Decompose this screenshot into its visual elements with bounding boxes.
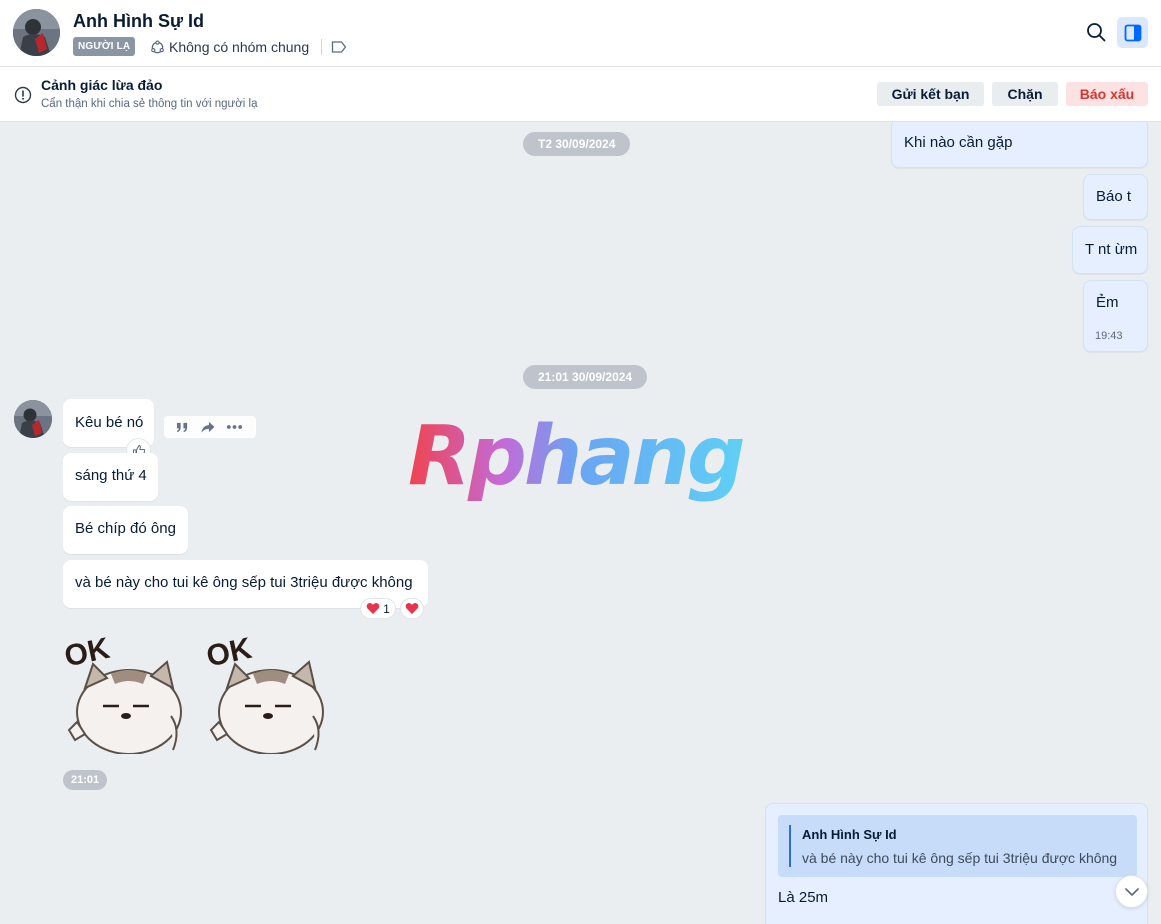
quoted-sender: Anh Hình Sự Id — [802, 827, 897, 842]
svg-text:OK: OK — [205, 632, 255, 674]
stranger-badge: NGƯỜI LẠ — [73, 37, 136, 56]
message-time: 19:43 — [1095, 330, 1123, 342]
outgoing-message[interactable]: Khi nào cần gặp — [891, 122, 1148, 168]
share-icon[interactable] — [198, 419, 218, 435]
alert-icon — [14, 86, 32, 104]
ok-cat-sticker: OK — [62, 632, 191, 762]
sticker-message[interactable]: OK — [62, 630, 191, 762]
more-icon[interactable] — [224, 419, 244, 435]
send-friend-request-button[interactable]: Gửi kết bạn — [877, 82, 984, 106]
message-text: Báo t — [1096, 188, 1132, 205]
block-button[interactable]: Chặn — [992, 82, 1058, 106]
sticker-message[interactable]: OK — [204, 630, 333, 762]
chat-header: Anh Hình Sự Id NGƯỜI LẠ Không có nhóm ch… — [0, 0, 1161, 67]
outgoing-message[interactable]: T nt ừm — [1072, 226, 1148, 274]
tag-icon[interactable] — [331, 40, 347, 54]
quote-icon[interactable] — [172, 419, 192, 435]
warning-title: Cảnh giác lừa đảo — [41, 77, 163, 93]
scam-warning-bar: Cảnh giác lừa đảo Cẩn thận khi chia sẻ t… — [0, 67, 1161, 122]
quoted-message[interactable]: Anh Hình Sự Id và bé này cho tui kê ông … — [778, 815, 1137, 877]
avatar-image — [14, 400, 52, 438]
contact-name[interactable]: Anh Hình Sự Id — [73, 11, 204, 32]
reaction-count: 1 — [383, 601, 390, 616]
message-time-pill: 21:01 — [63, 770, 108, 790]
heart-icon — [366, 603, 380, 614]
quoted-text: và bé này cho tui kê ông sếp tui 3triệu … — [802, 850, 1118, 866]
common-groups-label: Không có nhóm chung — [169, 39, 310, 55]
report-button[interactable]: Báo xấu — [1066, 82, 1148, 106]
message-text: T nt ừm — [1085, 241, 1138, 258]
incoming-message[interactable]: sáng thứ 4 — [63, 453, 158, 501]
svg-text:Rphang: Rphang — [408, 410, 743, 504]
contact-avatar[interactable] — [13, 9, 60, 56]
warning-subtitle: Cẩn thận khi chia sẻ thông tin với người… — [41, 98, 258, 110]
groups-icon — [151, 39, 164, 53]
message-text: Ẻm — [1096, 294, 1119, 311]
message-actions-toolbar — [164, 416, 256, 438]
heart-icon — [405, 603, 419, 614]
toggle-info-panel-button[interactable] — [1117, 17, 1148, 48]
ok-cat-sticker: OK — [204, 632, 333, 762]
message-text: Kêu bé nó — [75, 414, 144, 431]
sender-avatar[interactable] — [14, 400, 52, 438]
message-list[interactable]: T2 30/09/2024 Khi nào cần gặp Báo t T nt… — [0, 122, 1161, 924]
avatar-image — [13, 9, 60, 56]
common-groups[interactable]: Không có nhóm chung — [150, 37, 309, 57]
header-divider — [321, 39, 322, 55]
watermark-logo: Rphang — [402, 409, 758, 510]
date-separator: T2 30/09/2024 — [523, 132, 631, 156]
reaction-summary[interactable]: 1 — [360, 598, 396, 619]
svg-text:OK: OK — [63, 632, 113, 674]
add-reaction-button[interactable] — [400, 598, 424, 619]
search-icon[interactable] — [1085, 21, 1107, 43]
incoming-message[interactable]: Bé chíp đó ông — [63, 506, 188, 554]
outgoing-message[interactable]: Ẻm 19:43 — [1083, 280, 1148, 352]
quote-bar — [789, 825, 791, 867]
message-text: sáng thứ 4 — [75, 467, 147, 484]
outgoing-reply-message[interactable]: Anh Hình Sự Id và bé này cho tui kê ông … — [765, 803, 1148, 924]
sidebar-panel-icon — [1124, 24, 1141, 41]
scroll-to-bottom-button[interactable] — [1115, 875, 1148, 908]
outgoing-message[interactable]: Báo t — [1083, 174, 1148, 220]
chevron-down-icon — [1124, 887, 1139, 896]
message-text: Khi nào cần gặp — [904, 134, 1013, 151]
message-text: Bé chíp đó ông — [75, 520, 176, 537]
message-text: và bé này cho tui kê ông sếp tui 3triệu … — [75, 574, 413, 591]
date-separator: 21:01 30/09/2024 — [523, 365, 648, 389]
message-text: Là 25m — [778, 889, 829, 906]
